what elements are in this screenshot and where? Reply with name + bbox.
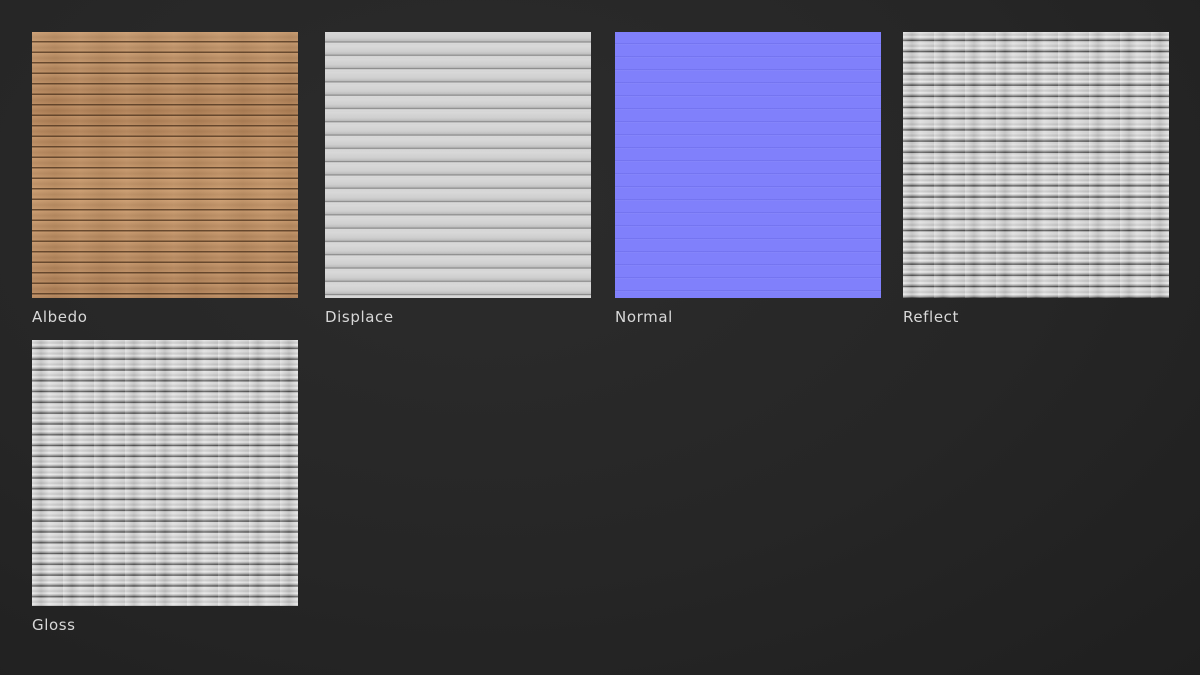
map-label: Reflect — [903, 308, 959, 326]
gloss-map-preview — [32, 340, 298, 606]
map-label: Gloss — [32, 616, 76, 634]
map-tile-reflect[interactable]: Reflect — [903, 32, 1169, 326]
map-tile-gloss[interactable]: Gloss — [32, 340, 298, 634]
map-tile-displace[interactable]: Displace — [325, 32, 591, 326]
reflect-map-preview — [903, 32, 1169, 298]
map-label: Normal — [615, 308, 673, 326]
displace-map-preview — [325, 32, 591, 298]
map-label: Albedo — [32, 308, 88, 326]
map-tile-albedo[interactable]: Albedo — [32, 32, 298, 326]
albedo-map-preview — [32, 32, 298, 298]
map-tile-normal[interactable]: Normal — [615, 32, 881, 326]
map-label: Displace — [325, 308, 394, 326]
normal-map-preview — [615, 32, 881, 298]
